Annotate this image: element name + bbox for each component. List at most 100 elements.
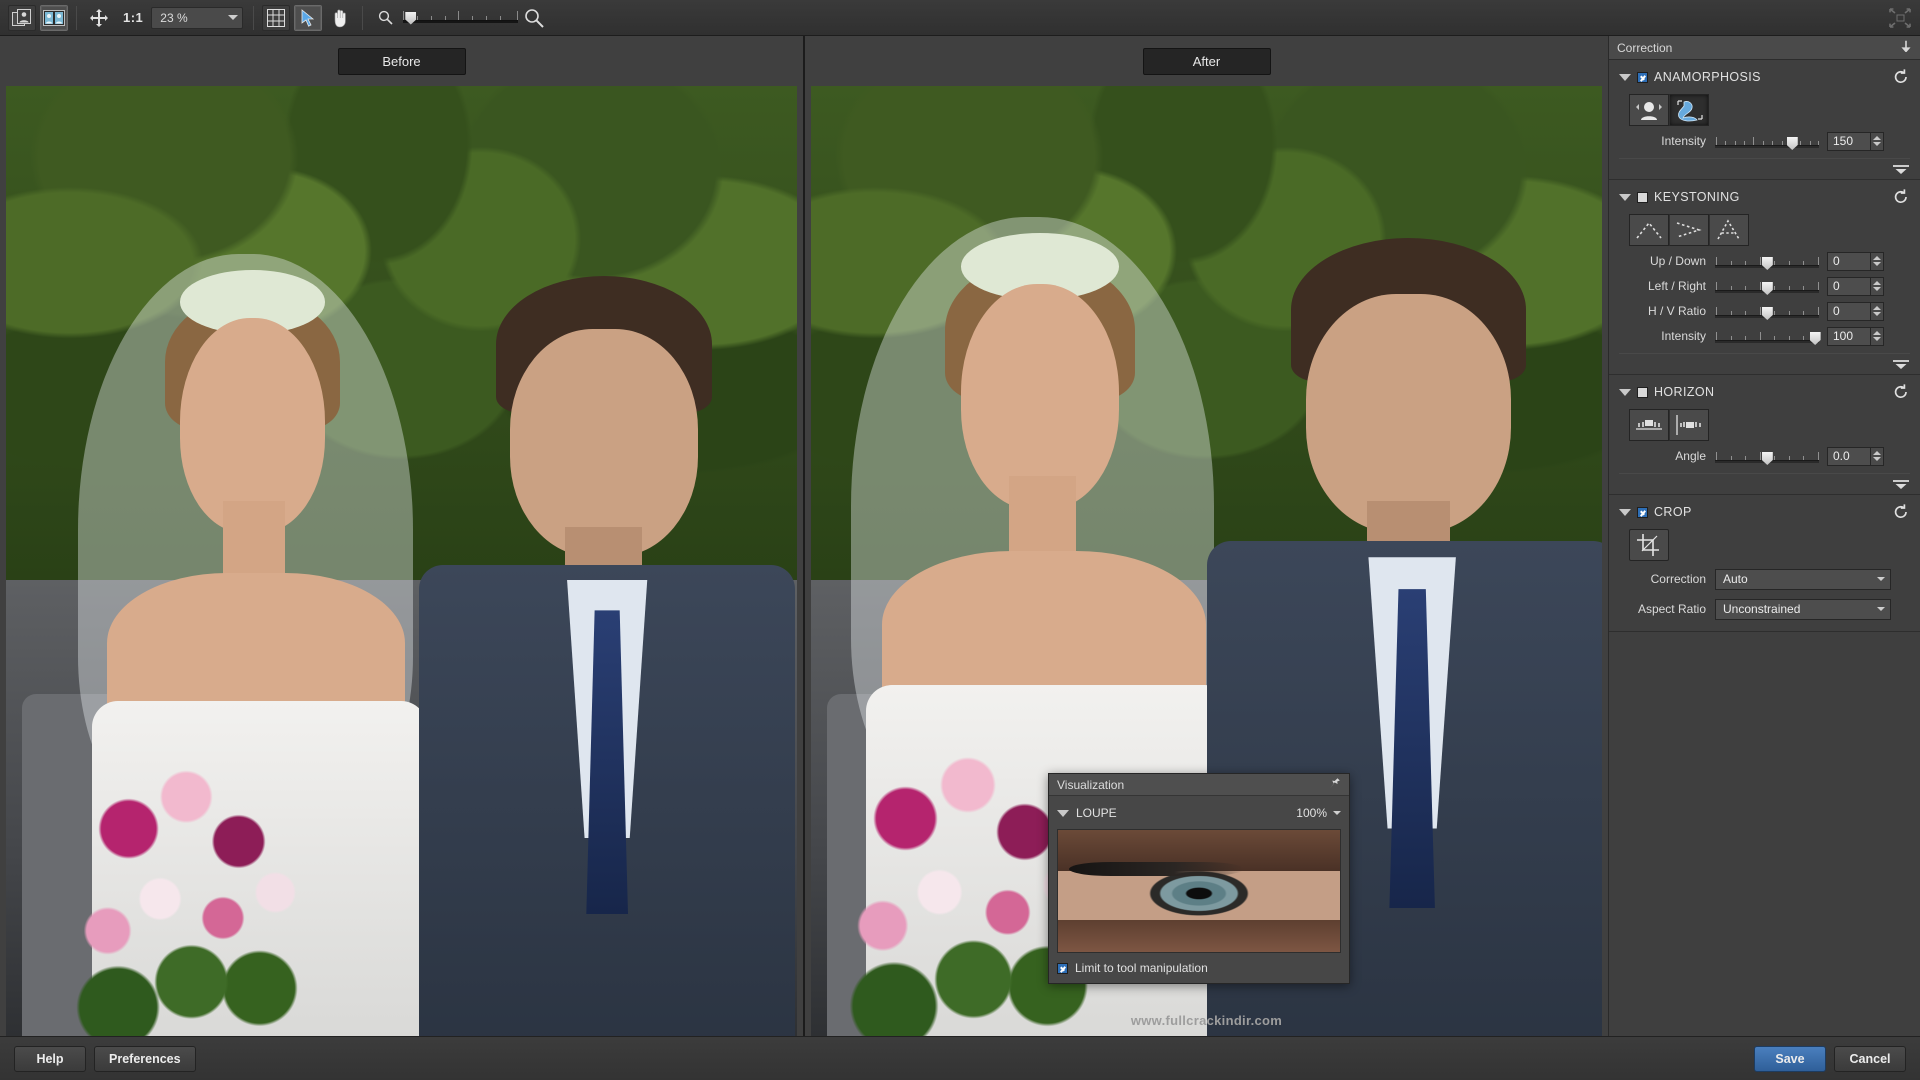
grid-icon[interactable] xyxy=(262,4,291,31)
cancel-button[interactable]: Cancel xyxy=(1834,1045,1906,1072)
reset-icon[interactable] xyxy=(1892,503,1910,521)
chevron-down-icon[interactable] xyxy=(1619,508,1631,516)
chevron-down-icon[interactable] xyxy=(1619,193,1631,201)
save-button[interactable]: Save xyxy=(1754,1045,1826,1072)
crop-icon[interactable] xyxy=(1629,529,1669,561)
face-restore-icon[interactable] xyxy=(1629,94,1669,126)
limit-to-tool-checkbox[interactable] xyxy=(1057,962,1068,974)
crop-correction-select[interactable]: Auto xyxy=(1715,568,1891,590)
chevron-down-icon xyxy=(228,15,239,20)
crop-header[interactable]: CROP xyxy=(1619,501,1910,523)
before-image[interactable] xyxy=(6,86,797,1036)
pin-icon[interactable] xyxy=(1900,40,1912,55)
crop-enable-checkbox[interactable] xyxy=(1637,506,1648,518)
horizon-angle-value[interactable]: 0.0 xyxy=(1827,446,1871,466)
keystoning-leftright-label: Left / Right xyxy=(1647,279,1706,293)
toolbar-divider-3 xyxy=(362,5,364,30)
slider-handle[interactable] xyxy=(1809,332,1821,345)
horizon-angle-label: Angle xyxy=(1675,449,1706,463)
one-to-one-label[interactable]: 1:1 xyxy=(115,10,151,25)
zoom-out-icon[interactable] xyxy=(371,5,399,31)
zoom-in-icon[interactable] xyxy=(520,5,548,31)
crop-correction-label: Correction xyxy=(1650,572,1706,586)
slider-handle[interactable] xyxy=(1761,307,1773,320)
horizon-enable-checkbox[interactable] xyxy=(1637,386,1648,398)
keystoning-leftright-stepper[interactable] xyxy=(1871,276,1884,296)
keystoning-title: KEYSTONING xyxy=(1654,190,1740,204)
collapse-icon[interactable] xyxy=(1892,358,1910,370)
preferences-button[interactable]: Preferences xyxy=(94,1045,196,1072)
keystoning-updown-slider[interactable] xyxy=(1715,252,1819,270)
section-anamorphosis: ANAMORPHOSIS Intensity 150 xyxy=(1609,60,1920,180)
keystoning-intensity-slider[interactable] xyxy=(1715,327,1821,345)
keystoning-enable-checkbox[interactable] xyxy=(1637,191,1648,203)
zoom-slider[interactable] xyxy=(403,10,519,25)
slider-handle[interactable] xyxy=(1761,452,1773,465)
chevron-down-icon[interactable] xyxy=(1619,388,1631,396)
loupe-zoom-chevron-icon[interactable] xyxy=(1333,811,1341,815)
anamorphosis-intensity-row: Intensity 150 xyxy=(1619,130,1910,152)
horizon-angle-slider[interactable] xyxy=(1715,447,1819,465)
zoom-slider-handle[interactable] xyxy=(405,11,417,25)
section-horizon: HORIZON Angle 0.0 xyxy=(1609,375,1920,495)
crop-aspect-select[interactable]: Unconstrained xyxy=(1715,598,1891,620)
before-pane[interactable]: Before xyxy=(0,36,803,1036)
horizon-vertical-icon[interactable] xyxy=(1669,409,1709,441)
horizon-angle-stepper[interactable] xyxy=(1871,446,1884,466)
visualization-title-bar: Visualization xyxy=(1049,774,1349,796)
anamorphosis-enable-checkbox[interactable] xyxy=(1637,71,1648,83)
anamorphosis-intensity-stepper[interactable] xyxy=(1871,131,1884,151)
keystoning-intensity-stepper[interactable] xyxy=(1871,326,1884,346)
anamorphosis-intensity-slider[interactable] xyxy=(1715,132,1819,150)
slider-handle[interactable] xyxy=(1761,282,1773,295)
loupe-header[interactable]: LOUPE 100% xyxy=(1057,802,1341,824)
crop-tools xyxy=(1629,529,1910,561)
zoom-slider-track[interactable] xyxy=(403,10,519,25)
keystoning-collapse-row xyxy=(1619,353,1910,370)
horizon-header[interactable]: HORIZON xyxy=(1619,381,1910,403)
keystoning-leftright-value[interactable]: 0 xyxy=(1827,276,1871,296)
single-view-icon[interactable] xyxy=(8,4,36,31)
keystoning-updown-value[interactable]: 0 xyxy=(1827,251,1871,271)
loupe-preview[interactable] xyxy=(1057,829,1341,953)
keystoning-updown-stepper[interactable] xyxy=(1871,251,1884,271)
reset-icon[interactable] xyxy=(1892,383,1910,401)
help-button[interactable]: Help xyxy=(14,1045,86,1072)
keystoning-hvratio-stepper[interactable] xyxy=(1871,301,1884,321)
limit-to-tool-row[interactable]: Limit to tool manipulation xyxy=(1057,961,1341,975)
limit-to-tool-label: Limit to tool manipulation xyxy=(1075,961,1208,975)
keystone-vertical-icon[interactable] xyxy=(1629,214,1669,246)
pin-icon[interactable] xyxy=(1328,777,1341,793)
keystoning-hvratio-row: H / V Ratio 0 xyxy=(1619,300,1910,322)
zoom-level-select[interactable]: 23 % xyxy=(151,6,244,29)
anamorphosis-header[interactable]: ANAMORPHOSIS xyxy=(1619,66,1910,88)
hand-tool-icon[interactable] xyxy=(326,5,354,31)
collapse-icon[interactable] xyxy=(1892,163,1910,175)
keystone-horizontal-icon[interactable] xyxy=(1669,214,1709,246)
keystone-full-icon[interactable] xyxy=(1709,214,1749,246)
section-keystoning: KEYSTONING Up / Down 0 Left / Right 0 H … xyxy=(1609,180,1920,375)
keystoning-hvratio-slider[interactable] xyxy=(1715,302,1819,320)
reset-icon[interactable] xyxy=(1892,68,1910,86)
keystoning-intensity-label: Intensity xyxy=(1661,329,1706,343)
fullscreen-icon[interactable] xyxy=(1888,7,1912,29)
select-arrow-icon[interactable] xyxy=(294,4,323,31)
anamorphosis-intensity-value[interactable]: 150 xyxy=(1827,131,1871,151)
keystoning-leftright-slider[interactable] xyxy=(1715,277,1819,295)
chevron-down-icon[interactable] xyxy=(1619,73,1631,81)
slider-handle[interactable] xyxy=(1786,137,1798,150)
chevron-down-icon[interactable] xyxy=(1057,809,1069,817)
move-tool-icon[interactable] xyxy=(85,5,113,31)
anamorphosis-collapse-row xyxy=(1619,158,1910,175)
compare-view-icon[interactable] xyxy=(40,4,68,31)
slider-handle[interactable] xyxy=(1761,257,1773,270)
crop-correction-row: Correction Auto xyxy=(1619,567,1910,591)
keystoning-hvratio-value[interactable]: 0 xyxy=(1827,301,1871,321)
shape-restore-icon[interactable] xyxy=(1669,94,1709,126)
collapse-icon[interactable] xyxy=(1892,478,1910,490)
visualization-title: Visualization xyxy=(1057,777,1125,792)
horizon-horizontal-icon[interactable] xyxy=(1629,409,1669,441)
keystoning-header[interactable]: KEYSTONING xyxy=(1619,186,1910,208)
reset-icon[interactable] xyxy=(1892,188,1910,206)
keystoning-intensity-value[interactable]: 100 xyxy=(1827,326,1871,346)
